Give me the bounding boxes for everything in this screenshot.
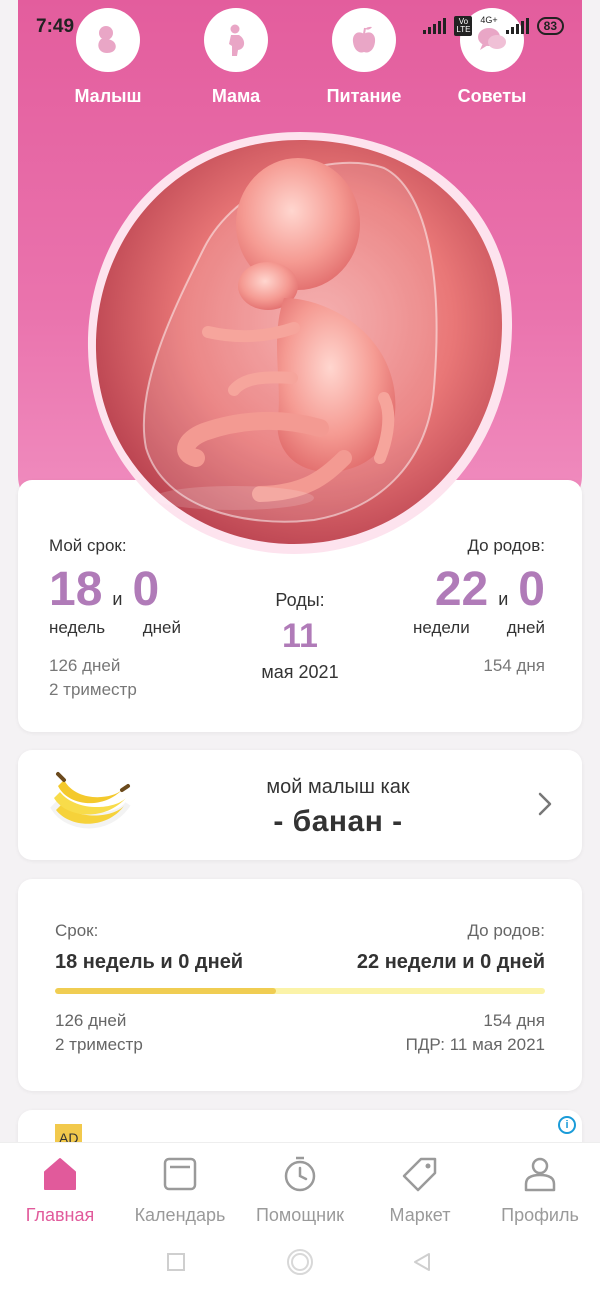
top-nav-label-baby: Малыш [74, 86, 142, 106]
progress-days: 126 дней [55, 1011, 127, 1030]
nav-profile-label: Профиль [501, 1205, 579, 1225]
progress-term-label: Срок: [55, 921, 99, 940]
status-icons: Vo LTE 4G+ 83 [423, 15, 564, 36]
progress-right-details: 154 дня ПДР: 11 мая 2021 [406, 1009, 545, 1057]
nav-home[interactable]: Главная [0, 1155, 120, 1226]
signal-icon [423, 18, 447, 34]
calendar-icon [163, 1157, 197, 1191]
nav-calendar-label: Календарь [134, 1205, 226, 1225]
chevron-right-icon[interactable] [538, 792, 552, 816]
rem-days-number: 0 [518, 563, 545, 616]
nav-assistant-label: Помощник [255, 1205, 344, 1225]
progress-due-date: ПДР: 11 мая 2021 [405, 1035, 545, 1054]
progress-bar-fill [55, 988, 276, 994]
baby-size-text: мой малыш как - банан - [138, 776, 538, 839]
fetus-illustration[interactable] [84, 128, 516, 558]
baby-size-caption: мой малыш как [266, 776, 410, 798]
rem-weeks-unit: недели [413, 618, 470, 637]
progress-bar [55, 988, 545, 994]
to-birth-details: 154 дня [413, 654, 545, 678]
progress-to-birth-label: До родов: [467, 921, 545, 940]
rem-weeks-number: 22 [434, 563, 489, 616]
to-birth-units: недели дней [413, 618, 545, 638]
bottom-nav: Главная Календарь Помощник Маркет Профил… [0, 1142, 600, 1232]
baby-size-fruit: - банан - [273, 805, 403, 838]
battery-icon: 83 [536, 17, 564, 35]
banana-icon [48, 768, 132, 840]
volte-icon: Vo LTE [454, 16, 473, 36]
baby-size-card[interactable]: мой малыш как - банан - [18, 750, 582, 860]
nav-profile[interactable]: Профиль [480, 1155, 600, 1226]
progress-rem-days: 154 дня [483, 1011, 545, 1030]
nav-calendar[interactable]: Календарь [120, 1155, 240, 1226]
stopwatch-icon [284, 1156, 316, 1192]
home-button-icon[interactable] [286, 1248, 314, 1276]
tag-icon [402, 1157, 437, 1192]
progress-to-birth-value: 22 недели и 0 дней [356, 951, 545, 973]
status-bar: 7:49 Vo LTE 4G+ 83 [0, 0, 600, 56]
status-time: 7:49 [36, 16, 75, 37]
info-icon[interactable]: i [558, 1116, 576, 1134]
home-icon [44, 1158, 76, 1190]
top-nav-label-mom: Мама [211, 86, 261, 106]
rem-total-days: 154 дня [483, 656, 545, 675]
nav-assistant[interactable]: Помощник [240, 1155, 360, 1226]
progress-footer: 126 дней 2 триместр 154 дня ПДР: 11 мая … [55, 1009, 545, 1057]
nav-home-label: Главная [25, 1205, 95, 1225]
progress-values: 18 недель и 0 дней 22 недели и 0 дней [55, 951, 545, 974]
profile-icon [524, 1157, 556, 1192]
nav-market[interactable]: Маркет [360, 1155, 480, 1226]
back-icon[interactable] [412, 1252, 432, 1272]
progress-labels: Срок: До родов: [55, 921, 545, 941]
to-birth-numbers: 22 и 0 [413, 566, 545, 614]
signal-icon-2 [505, 18, 529, 34]
top-nav-label-food: Питание [326, 86, 402, 106]
system-navigation-bar [0, 1232, 600, 1299]
progress-trimester: 2 триместр [55, 1035, 143, 1054]
progress-left-details: 126 дней 2 триместр [55, 1009, 143, 1057]
progress-card: Срок: До родов: 18 недель и 0 дней 22 не… [18, 879, 582, 1091]
nav-market-label: Маркет [389, 1205, 451, 1225]
progress-term-value: 18 недель и 0 дней [55, 951, 244, 973]
recent-apps-icon[interactable] [166, 1252, 186, 1272]
network-type: 4G+ [480, 15, 498, 25]
top-nav-label-tips: Советы [457, 86, 527, 106]
rem-days-unit: дней [506, 618, 545, 637]
and-word-2: и [498, 589, 509, 609]
